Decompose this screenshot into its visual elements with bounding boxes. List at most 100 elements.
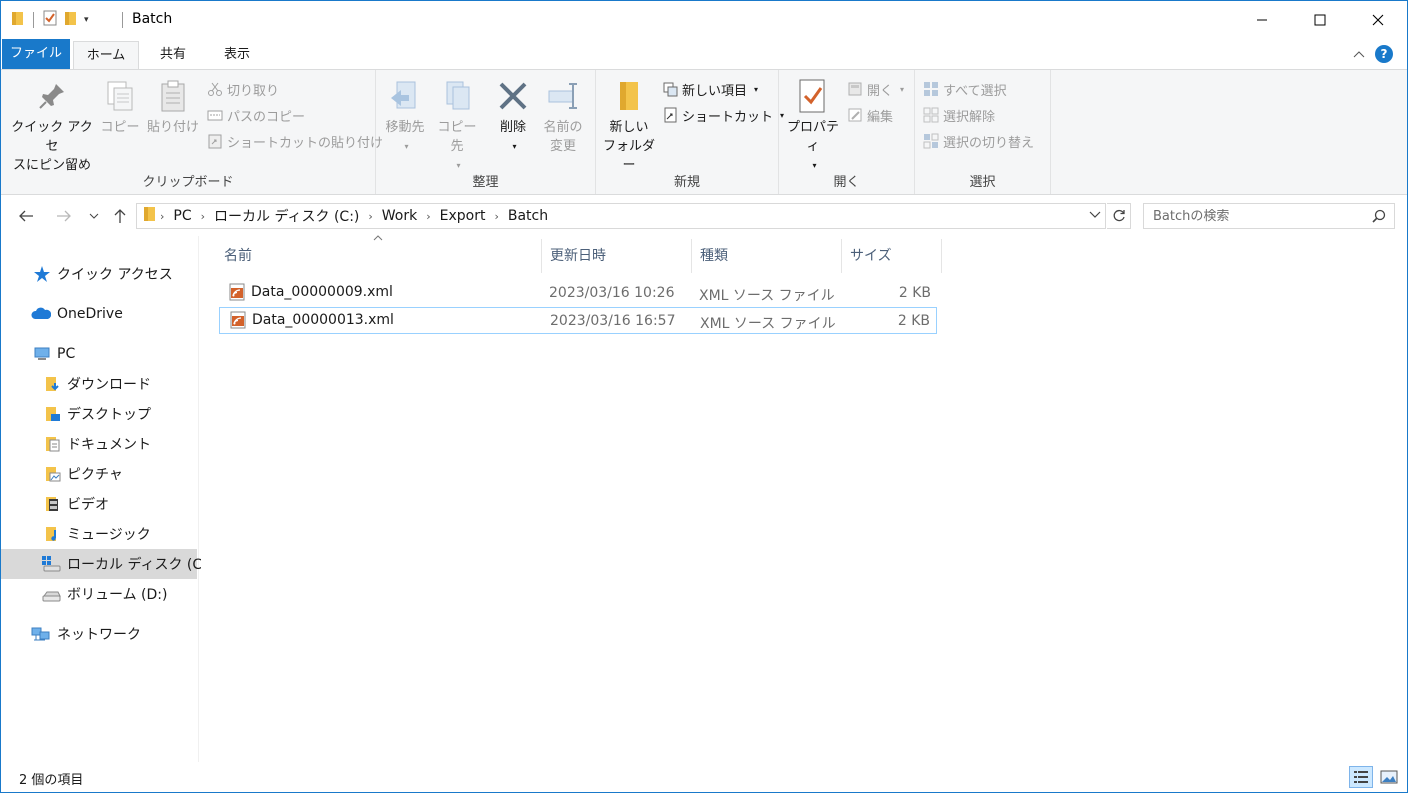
column-header-type[interactable]: 種類	[692, 239, 842, 273]
new-item-button[interactable]: 新しい項目 ▾	[662, 78, 758, 100]
customize-qat-icon[interactable]: ▾	[84, 15, 89, 25]
maximize-button[interactable]	[1291, 1, 1349, 39]
copy-icon	[107, 81, 133, 111]
nav-item-documents[interactable]: ドキュメント	[1, 429, 197, 459]
tab-view[interactable]: 表示	[207, 41, 267, 69]
open-icon	[848, 82, 862, 96]
close-icon	[1372, 14, 1384, 26]
item-count: 2 個の項目	[19, 773, 84, 788]
search-input[interactable]	[1153, 208, 1363, 224]
forward-button[interactable]	[53, 204, 75, 228]
rename-button[interactable]: 名前の 変更	[538, 74, 588, 156]
refresh-button[interactable]	[1107, 203, 1131, 229]
tab-file[interactable]: ファイル	[2, 39, 70, 69]
tab-home[interactable]: ホーム	[73, 41, 139, 70]
search-box[interactable]	[1143, 203, 1395, 229]
properties-button[interactable]: プロパティ ▾	[781, 74, 845, 175]
documents-folder-icon	[46, 437, 60, 452]
file-date: 2023/03/16 16:57	[550, 313, 676, 329]
move-to-button[interactable]: 移動先 ▾	[380, 74, 430, 156]
select-all-button[interactable]: すべて選択	[923, 78, 1007, 100]
address-bar[interactable]: › PC › ローカル ディスク (C:) › Work › Export › …	[136, 203, 1106, 229]
select-all-label: すべて選択	[943, 83, 1007, 99]
close-button[interactable]	[1349, 1, 1407, 39]
breadcrumb-separator-icon[interactable]: ›	[494, 210, 498, 223]
copy-button[interactable]: コピー	[99, 74, 141, 137]
breadcrumb-pc[interactable]: PC	[173, 208, 191, 224]
navigation-bar: › PC › ローカル ディスク (C:) › Work › Export › …	[1, 196, 1407, 236]
breadcrumb-separator-icon[interactable]: ›	[201, 210, 205, 223]
breadcrumb-separator-icon[interactable]: ›	[426, 210, 430, 223]
breadcrumb-export[interactable]: Export	[440, 208, 486, 224]
nav-item-music[interactable]: ミュージック	[1, 519, 197, 549]
select-none-button[interactable]: 選択解除	[923, 104, 995, 126]
select-none-icon	[923, 107, 939, 123]
nav-item-downloads[interactable]: ダウンロード	[1, 369, 197, 399]
clipboard-group-label: クリップボード	[142, 175, 234, 190]
properties-icon[interactable]	[42, 10, 58, 30]
maximize-icon	[1314, 14, 1326, 26]
new-folder-button[interactable]: 新しい フォルダー	[598, 74, 660, 175]
title-divider	[122, 12, 123, 28]
paste-icon	[161, 80, 185, 112]
large-icons-view-button[interactable]	[1377, 766, 1401, 788]
tab-share[interactable]: 共有	[143, 41, 203, 69]
nav-item-volume-d[interactable]: ボリューム (D:)	[1, 579, 197, 609]
column-header-date[interactable]: 更新日時	[542, 239, 692, 273]
ribbon-right-controls: ?	[1353, 45, 1393, 63]
nav-item-desktop[interactable]: デスクトップ	[1, 399, 197, 429]
column-header-name[interactable]: 名前	[216, 239, 542, 273]
file-row[interactable]: Data_00000013.xml 2023/03/16 16:57 XML ソ…	[219, 307, 937, 334]
copy-path-button[interactable]: パスのコピー	[207, 104, 305, 126]
delete-button[interactable]: 削除 ▾	[488, 74, 538, 156]
breadcrumb-local-disk[interactable]: ローカル ディスク (C:)	[214, 206, 359, 226]
up-button[interactable]	[109, 204, 131, 228]
open-button[interactable]: 開く ▾	[847, 78, 904, 100]
edit-button[interactable]: 編集	[847, 104, 893, 126]
search-icon[interactable]	[1372, 209, 1386, 227]
rename-label-line1: 名前の	[543, 120, 583, 135]
file-row[interactable]: Data_00000009.xml 2023/03/16 10:26 XML ソ…	[219, 280, 937, 307]
select-none-label: 選択解除	[943, 109, 996, 125]
breadcrumb-separator-icon[interactable]: ›	[368, 210, 372, 223]
properties-label: プロパティ	[786, 120, 839, 154]
column-header-size[interactable]: サイズ	[842, 239, 942, 273]
nav-item-network[interactable]: ネットワーク	[1, 619, 197, 649]
help-icon[interactable]: ?	[1375, 45, 1393, 63]
navigation-pane: クイック アクセス OneDrive PC ダウンロード デスクトップ ドキュメ…	[1, 236, 212, 762]
paste-button[interactable]: 貼り付け	[145, 74, 201, 137]
nav-label: PC	[57, 346, 76, 362]
select-group: すべて選択 選択解除 選択の切り替え 選択	[915, 70, 1051, 194]
nav-item-pc[interactable]: PC	[1, 339, 197, 369]
nav-label: デスクトップ	[67, 407, 151, 423]
breadcrumb-work[interactable]: Work	[382, 208, 417, 224]
new-folder-icon[interactable]	[64, 10, 78, 30]
details-view-icon	[1354, 771, 1368, 783]
recent-locations-button[interactable]	[85, 204, 103, 228]
collapse-ribbon-icon[interactable]	[1353, 47, 1365, 62]
pin-to-quick-access-button[interactable]: クイック アクセ スにピン留め	[7, 74, 97, 175]
shortcut-button[interactable]: ショートカット ▾	[662, 104, 784, 126]
paste-shortcut-button[interactable]: ショートカットの貼り付け	[207, 130, 383, 152]
nav-item-local-disk[interactable]: ローカル ディスク (C:)	[1, 549, 212, 579]
breadcrumb-separator-icon[interactable]: ›	[160, 210, 164, 223]
invert-selection-button[interactable]: 選択の切り替え	[923, 130, 1034, 152]
breadcrumb-batch[interactable]: Batch	[508, 208, 548, 224]
ribbon: クイック アクセ スにピン留め コピー 貼り付け 切り取り パスのコピー ショー…	[1, 69, 1407, 195]
file-size: 2 KB	[897, 313, 930, 329]
minimize-button[interactable]	[1233, 1, 1291, 39]
rename-label-line2: 変更	[549, 139, 576, 154]
copy-to-button[interactable]: コピー先 ▾	[432, 74, 482, 175]
file-type: XML ソース ファイル	[699, 288, 835, 304]
new-group: 新しい フォルダー 新しい項目 ▾ ショートカット ▾ 新規	[596, 70, 784, 194]
delete-icon	[499, 82, 527, 110]
cut-button[interactable]: 切り取り	[207, 78, 279, 100]
explorer-window: ▾ Batch ファイル ホーム 共有 表示 ? クイック アクセ スにピン留め…	[0, 0, 1408, 793]
nav-item-videos[interactable]: ビデオ	[1, 489, 197, 519]
back-button[interactable]	[15, 204, 37, 228]
details-view-button[interactable]	[1349, 766, 1373, 788]
nav-item-quick-access[interactable]: クイック アクセス	[1, 259, 197, 289]
address-history-dropdown[interactable]	[1089, 209, 1101, 222]
nav-item-pictures[interactable]: ピクチャ	[1, 459, 197, 489]
nav-item-onedrive[interactable]: OneDrive	[1, 299, 197, 329]
